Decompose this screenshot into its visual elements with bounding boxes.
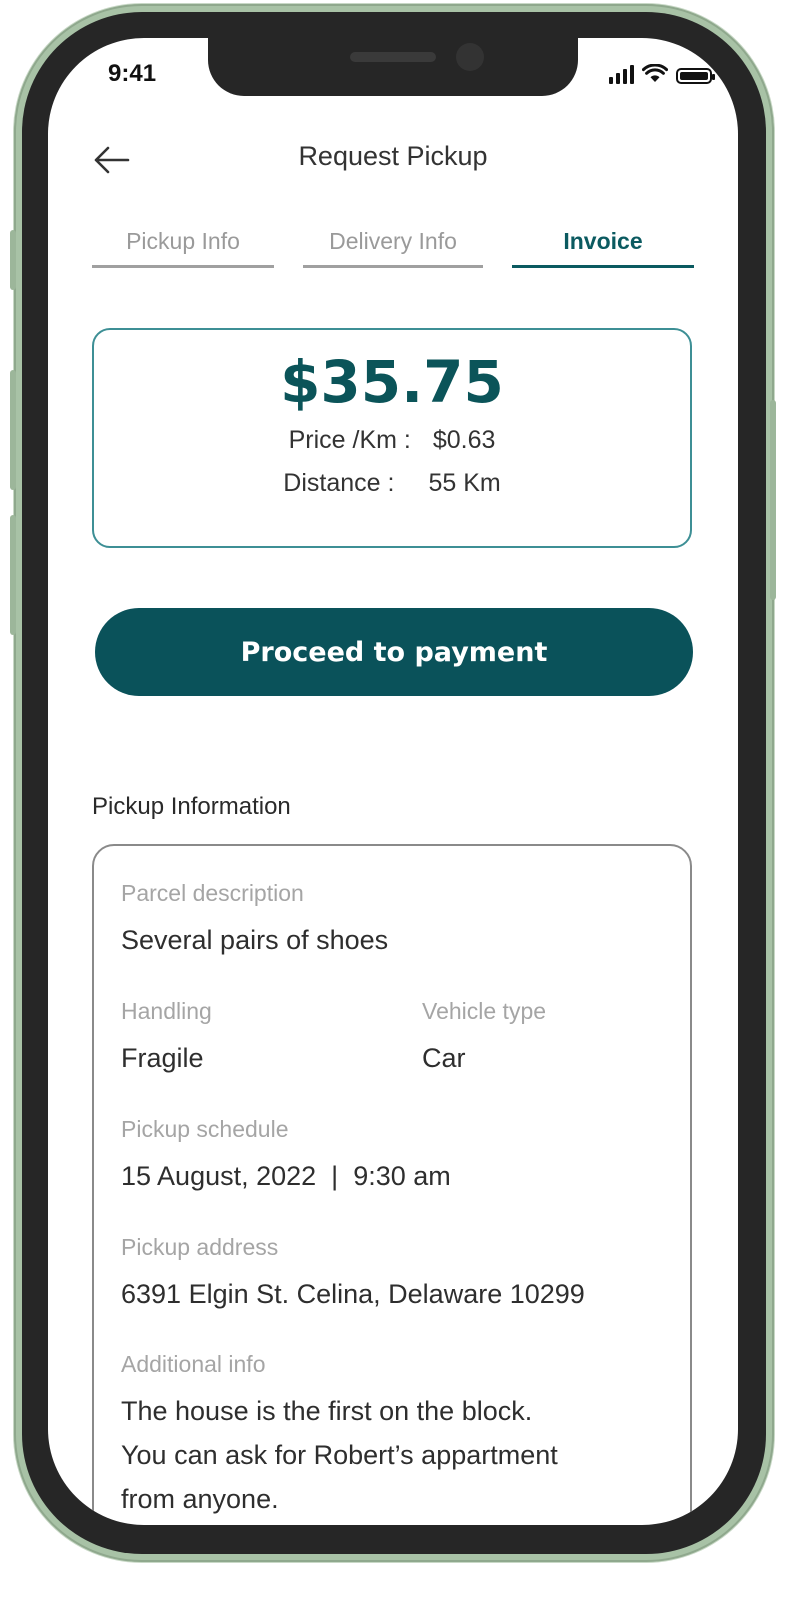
tab-delivery-info[interactable]: Delivery Info	[303, 228, 483, 268]
distance-value: 55 Km	[428, 469, 501, 497]
power-button	[770, 400, 776, 600]
pickup-address-label: Pickup address	[121, 1234, 279, 1260]
pickup-schedule-label: Pickup schedule	[121, 1116, 289, 1142]
parcel-description-value: Several pairs of shoes	[121, 925, 389, 955]
tab-invoice[interactable]: Invoice	[512, 228, 694, 268]
price-label: Price /Km :	[288, 426, 411, 454]
price-value: $0.63	[432, 426, 496, 454]
notch	[208, 38, 578, 96]
mute-switch	[10, 230, 16, 290]
pickup-schedule-value: 15 August, 2022 | 9:30 am	[121, 1161, 451, 1191]
volume-down-button	[10, 515, 16, 635]
page-title: Request Pickup	[298, 141, 488, 171]
tab-underline	[92, 265, 274, 268]
signal-icon	[609, 64, 634, 84]
front-camera	[456, 43, 484, 71]
parcel-description-label: Parcel description	[121, 880, 304, 906]
vehicle-type-label: Vehicle type	[422, 998, 547, 1024]
pickup-info-card: Parcel description Several pairs of shoe…	[92, 844, 692, 1525]
handling-value: Fragile	[121, 1043, 204, 1073]
tab-label: Invoice	[563, 228, 643, 254]
pickup-address-value: 6391 Elgin St. Celina, Delaware 10299	[121, 1279, 585, 1309]
additional-info-line: The house is the first on the block.	[121, 1396, 533, 1426]
distance-row: Distance : 55 Km	[94, 469, 690, 498]
handling-label: Handling	[121, 998, 212, 1024]
additional-info-line: You can ask for Robert’s appartment	[121, 1440, 558, 1470]
additional-info-line: from anyone.	[121, 1484, 279, 1514]
invoice-card: $35.75 Price /Km : $0.63 Distance : 55 Km	[92, 328, 692, 548]
invoice-total: $35.75	[280, 348, 504, 416]
speaker-grille	[350, 52, 436, 62]
volume-up-button	[10, 370, 16, 490]
tab-label: Pickup Info	[126, 228, 240, 254]
vehicle-type-value: Car	[422, 1043, 466, 1073]
phone-screen: 9:41 Request Pickup Pickup Info Delivery…	[48, 38, 738, 1525]
tab-underline	[303, 265, 483, 268]
distance-label: Distance :	[283, 469, 395, 497]
tab-label: Delivery Info	[329, 228, 457, 254]
status-icons	[609, 64, 715, 84]
price-per-km-row: Price /Km : $0.63	[94, 426, 690, 455]
tab-pickup-info[interactable]: Pickup Info	[92, 228, 274, 268]
pickup-info-section-title: Pickup Information	[92, 793, 291, 820]
tab-underline	[512, 265, 694, 268]
proceed-to-payment-button[interactable]: Proceed to payment	[95, 608, 693, 696]
battery-icon	[676, 68, 715, 84]
wifi-icon	[642, 64, 668, 82]
additional-info-label: Additional info	[121, 1351, 266, 1377]
status-time: 9:41	[108, 60, 157, 87]
